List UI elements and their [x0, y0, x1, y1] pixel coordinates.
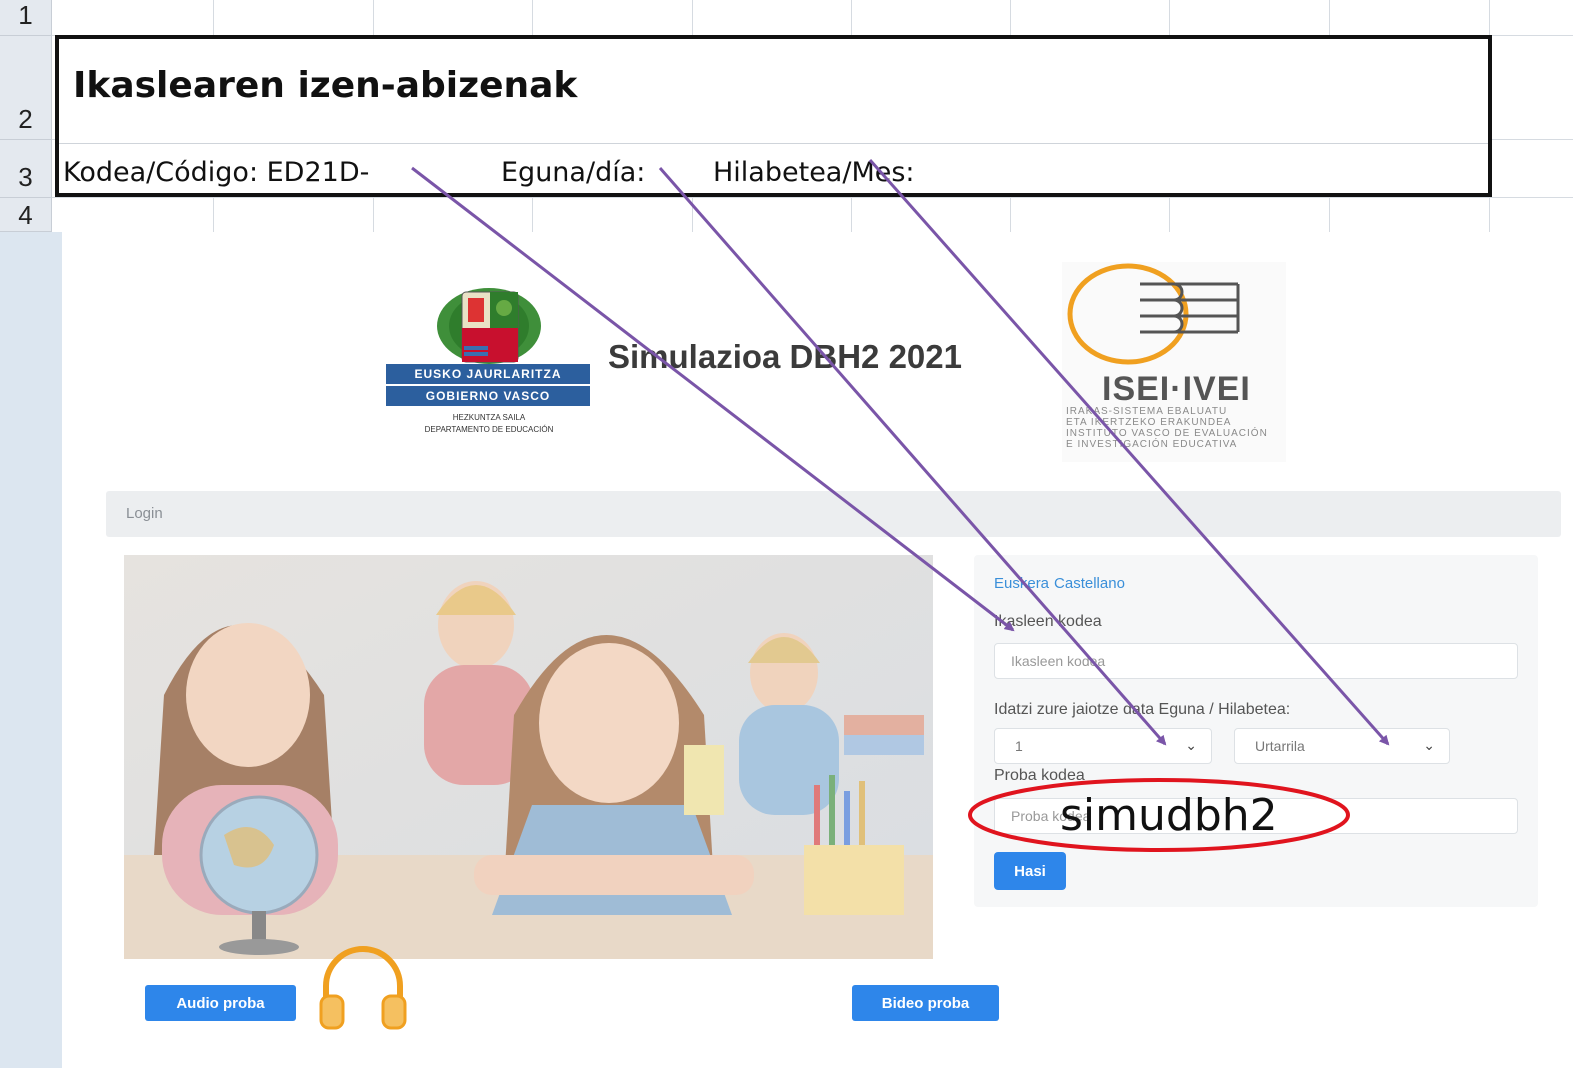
login-page: EUSKO JAURLARITZA GOBIERNO VASCO HEZKUNT…	[62, 232, 1573, 1068]
day-select[interactable]: 1 ⌄	[994, 728, 1212, 764]
students-classroom-photo	[124, 555, 933, 959]
start-button[interactable]: Hasi	[994, 852, 1066, 890]
spreadsheet: 1 2 3 4 Ikaslearen izen-abizenak Kodea/C…	[0, 0, 1573, 232]
books-logo-icon	[1067, 263, 1240, 365]
gv-name-banner: EUSKO JAURLARITZA GOBIERNO VASCO	[386, 364, 590, 406]
isei-ivei-subtitle: IRAKAS-SISTEMA EBALUATU ETA IKERTZEKO ER…	[1066, 406, 1280, 450]
student-info-box: Ikaslearen izen-abizenak Kodea/Código: E…	[55, 35, 1492, 197]
isei-sub-line: INSTITUTO VASCO DE EVALUACIÓN	[1066, 428, 1268, 439]
handwritten-test-code: simudbh2	[1060, 790, 1278, 841]
video-test-button[interactable]: Bideo proba	[852, 985, 999, 1021]
gv-dept-es: DEPARTAMENTO DE EDUCACIÓN	[424, 425, 554, 434]
login-form: Euskera Castellano Ikasleen kodea Ikaslee…	[974, 555, 1538, 907]
gobierno-vasco-logo: EUSKO JAURLARITZA GOBIERNO VASCO HEZKUNT…	[384, 284, 594, 454]
coat-of-arms-icon	[437, 288, 541, 364]
student-code-label: Ikasleen kodea	[994, 613, 1102, 630]
row-header-gutter	[0, 232, 62, 1068]
code-label: Kodea/Código: ED21D-	[63, 157, 370, 188]
row-divider	[59, 143, 1488, 144]
isei-ivei-logo: ISEI·IVEI IRAKAS-SISTEMA EBALUATU ETA IK…	[1062, 262, 1286, 462]
day-label: Eguna/día:	[501, 157, 646, 188]
student-code-placeholder: Ikasleen kodea	[1011, 653, 1106, 669]
breadcrumb-login[interactable]: Login	[126, 505, 163, 522]
month-select-value: Urtarrila	[1255, 738, 1305, 754]
row-number-4[interactable]: 4	[0, 198, 52, 232]
month-select[interactable]: Urtarrila ⌄	[1234, 728, 1450, 764]
grid-row	[52, 0, 1573, 36]
day-select-value: 1	[1015, 738, 1023, 754]
row-number-3[interactable]: 3	[0, 140, 52, 198]
language-switcher: Euskera Castellano	[994, 575, 1130, 592]
breadcrumb: Login	[106, 491, 1561, 537]
row-number-1[interactable]: 1	[0, 0, 52, 36]
isei-sub-line: IRAKAS-SISTEMA EBALUATU	[1066, 406, 1228, 417]
gv-name-es: GOBIERNO VASCO	[425, 389, 551, 403]
page-title: Simulazioa DBH2 2021	[608, 338, 962, 375]
gv-dept-eu: HEZKUNTZA SAILA	[452, 413, 526, 422]
student-code-input[interactable]: Ikasleen kodea	[994, 643, 1518, 679]
chevron-down-icon: ⌄	[1423, 737, 1435, 753]
gv-name-eu: EUSKO JAURLARITZA	[386, 364, 590, 386]
month-label: Hilabetea/Mes:	[713, 157, 915, 188]
headphones-icon	[319, 946, 407, 1030]
isei-sub-line: ETA IKERTZEKO ERAKUNDEA	[1066, 417, 1232, 428]
isei-sub-line: E INVESTIGACIÓN EDUCATIVA	[1066, 439, 1238, 450]
language-euskera-link[interactable]: Euskera	[994, 575, 1049, 592]
student-name-heading: Ikaslearen izen-abizenak	[73, 65, 578, 106]
gv-department: HEZKUNTZA SAILA DEPARTAMENTO DE EDUCACIÓ…	[384, 412, 594, 436]
students-illustration	[124, 555, 933, 959]
birth-date-label: Idatzi zure jaiotze data Eguna / Hilabet…	[994, 701, 1291, 718]
chevron-down-icon: ⌄	[1185, 737, 1197, 753]
row-number-2[interactable]: 2	[0, 36, 52, 140]
isei-ivei-name: ISEI·IVEI	[1102, 370, 1251, 408]
language-castellano-link[interactable]: Castellano	[1054, 575, 1125, 592]
audio-test-button[interactable]: Audio proba	[145, 985, 296, 1021]
test-code-label: Proba kodea	[994, 767, 1085, 784]
